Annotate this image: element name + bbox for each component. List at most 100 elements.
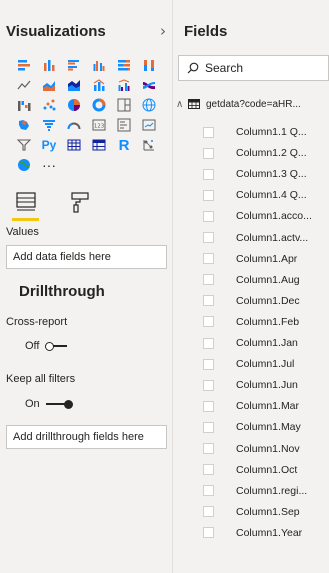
line-and-clustered-column-chart-icon[interactable] <box>114 77 134 93</box>
field-checkbox[interactable] <box>203 316 214 328</box>
field-item[interactable]: Column1.Dec <box>203 293 329 309</box>
multi-row-card-icon[interactable] <box>114 117 134 133</box>
100-stacked-column-chart-icon[interactable] <box>139 57 159 73</box>
toggle-switch[interactable] <box>45 342 71 351</box>
field-label: Column1.acco... <box>236 210 312 223</box>
line-and-column-chart-icon[interactable] <box>89 77 109 93</box>
fields-search-input[interactable]: Search <box>178 55 329 81</box>
toggle-switch[interactable] <box>45 400 73 409</box>
field-checkbox[interactable] <box>203 379 214 391</box>
fields-tab-icon[interactable] <box>14 190 38 214</box>
treemap-icon[interactable] <box>114 97 134 113</box>
more-label: ··· <box>42 157 56 173</box>
field-item[interactable]: Column1.1 Q... <box>203 124 329 140</box>
r-visual-icon[interactable]: R <box>114 137 134 154</box>
matrix-icon[interactable] <box>89 137 109 153</box>
drillthrough-field-well[interactable]: Add drillthrough fields here <box>6 425 167 449</box>
field-item[interactable]: Column1.Feb <box>203 314 329 330</box>
arcgis-map-icon[interactable] <box>14 157 34 173</box>
field-label: Column1.2 Q... <box>236 147 307 160</box>
field-label: Column1.Mar <box>236 400 300 413</box>
keep-filters-toggle[interactable]: On <box>25 398 73 410</box>
field-item[interactable]: Column1.Oct <box>203 462 329 478</box>
kpi-icon[interactable] <box>139 117 159 133</box>
field-item[interactable]: Column1.May <box>203 419 329 435</box>
100-stacked-bar-chart-icon[interactable] <box>114 57 134 73</box>
field-checkbox[interactable] <box>203 443 214 454</box>
values-field-well[interactable]: Add data fields here <box>6 245 167 269</box>
field-checkbox[interactable] <box>203 126 214 138</box>
fields-title: Fields <box>184 22 228 40</box>
field-item[interactable]: Column1.Jun <box>203 377 329 393</box>
clustered-bar-chart-icon[interactable] <box>64 57 84 73</box>
waterfall-chart-icon[interactable] <box>14 97 34 113</box>
field-checkbox[interactable] <box>203 358 214 370</box>
pie-chart-icon[interactable] <box>64 97 84 113</box>
cross-report-toggle[interactable]: Off <box>25 340 71 352</box>
field-label: Column1.May <box>236 421 301 434</box>
funnel-icon[interactable] <box>39 117 59 133</box>
field-item[interactable]: Column1.regi... <box>203 483 329 499</box>
field-item[interactable]: Column1.Jul <box>203 356 329 372</box>
stacked-column-chart-icon[interactable] <box>39 57 59 73</box>
card-icon[interactable]: 123 <box>89 117 109 133</box>
field-item[interactable]: Column1.Jan <box>203 335 329 351</box>
table-icon <box>188 99 200 109</box>
field-item[interactable]: Column1.Apr <box>203 251 329 267</box>
field-checkbox[interactable] <box>203 210 214 222</box>
field-label: Column1.Jul <box>236 358 295 371</box>
field-item[interactable]: Column1.Mar <box>203 398 329 414</box>
area-chart-icon[interactable] <box>39 77 59 93</box>
field-label: Column1.Nov <box>236 442 300 455</box>
clustered-column-chart-icon[interactable] <box>89 57 109 73</box>
field-checkbox[interactable] <box>203 506 214 518</box>
ribbon-chart-icon[interactable] <box>139 77 159 93</box>
field-item[interactable]: Column1.Aug <box>203 272 329 288</box>
field-label: Column1.3 Q... <box>236 168 307 181</box>
field-checkbox[interactable] <box>203 253 214 265</box>
field-checkbox[interactable] <box>203 527 214 539</box>
scatter-chart-icon[interactable] <box>39 97 59 113</box>
field-item[interactable]: Column1.acco... <box>203 208 329 224</box>
field-checkbox[interactable] <box>203 464 214 476</box>
slicer-icon[interactable] <box>14 137 34 153</box>
python-label: Py <box>41 138 57 152</box>
field-item[interactable]: Column1.3 Q... <box>203 166 329 182</box>
field-checkbox[interactable] <box>203 421 214 433</box>
drillthrough-title: Drillthrough <box>19 283 105 300</box>
stacked-bar-chart-icon[interactable] <box>14 57 34 73</box>
python-visual-icon[interactable]: Py <box>39 137 59 153</box>
visualizations-title: Visualizations <box>6 22 106 40</box>
field-item[interactable]: Column1.2 Q... <box>203 145 329 161</box>
paint-roller-icon[interactable] <box>68 190 92 214</box>
table-node[interactable]: ∧ getdata?code=aHR... <box>176 96 329 112</box>
field-checkbox[interactable] <box>203 295 214 307</box>
chevron-up-icon[interactable]: ∧ <box>176 99 188 110</box>
field-item[interactable]: Column1.actv... <box>203 230 329 246</box>
more-visuals-icon[interactable]: ··· <box>39 157 59 173</box>
field-checkbox[interactable] <box>203 337 214 349</box>
field-checkbox[interactable] <box>203 485 214 497</box>
line-chart-icon[interactable] <box>14 77 34 93</box>
chevron-right-icon[interactable]: › <box>160 22 166 40</box>
field-checkbox[interactable] <box>203 189 214 201</box>
field-checkbox[interactable] <box>203 400 214 412</box>
cross-report-label: Cross-report <box>6 316 68 328</box>
key-influencers-icon[interactable] <box>139 137 159 153</box>
donut-chart-icon[interactable] <box>89 97 109 113</box>
field-label: Column1.Aug <box>236 273 300 286</box>
field-item[interactable]: Column1.Nov <box>203 441 329 457</box>
stacked-area-chart-icon[interactable] <box>64 77 84 93</box>
filled-map-icon[interactable] <box>14 117 34 133</box>
gauge-icon[interactable] <box>64 117 84 133</box>
field-item[interactable]: Column1.4 Q... <box>203 187 329 203</box>
field-item[interactable]: Column1.Sep <box>203 504 329 520</box>
field-item[interactable]: Column1.Year <box>203 525 329 541</box>
field-checkbox[interactable] <box>203 232 214 243</box>
field-checkbox[interactable] <box>203 147 214 159</box>
cross-report-state: Off <box>25 340 40 352</box>
field-checkbox[interactable] <box>203 168 214 180</box>
table-icon[interactable] <box>64 137 84 153</box>
map-icon[interactable] <box>139 97 159 113</box>
field-checkbox[interactable] <box>203 274 214 286</box>
